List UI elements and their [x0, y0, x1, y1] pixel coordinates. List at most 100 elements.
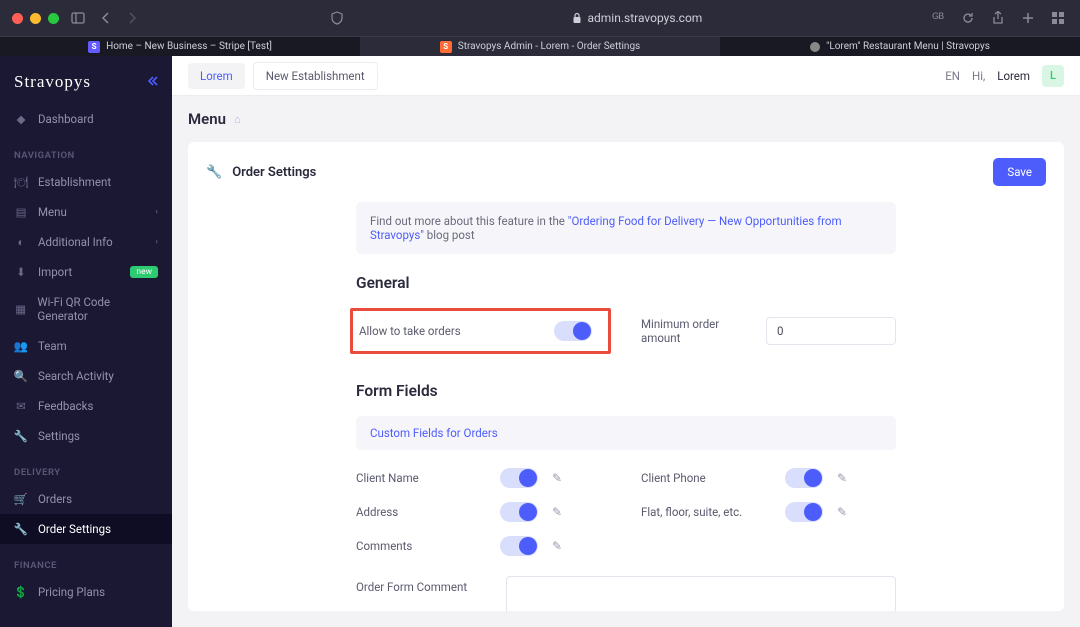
- nav-label: Team: [38, 339, 67, 353]
- sidebar-item-orders[interactable]: 🛒 Orders: [0, 484, 172, 514]
- client-name-label: Client Name: [356, 471, 486, 485]
- sidebar-toggle-icon[interactable]: [67, 10, 89, 26]
- sidebar-item-order-settings[interactable]: 🔧 Order Settings: [0, 514, 172, 544]
- edit-icon[interactable]: ✎: [837, 471, 847, 485]
- tab-strip: S Home – New Business – Stripe [Test] S …: [0, 36, 1080, 56]
- min-order-input[interactable]: [766, 317, 896, 345]
- client-name-toggle[interactable]: [500, 468, 538, 488]
- card-title: Order Settings: [232, 165, 316, 180]
- min-order-label: Minimum order amount: [641, 317, 746, 345]
- tab-label: Stravopys Admin - Lorem - Order Settings: [458, 41, 640, 52]
- minimize-window[interactable]: [30, 13, 41, 24]
- client-phone-label: Client Phone: [641, 471, 771, 485]
- qr-icon: ▦: [14, 302, 27, 316]
- sidebar-item-additional-info[interactable]: ◐ Additional Info ›: [0, 227, 172, 257]
- tab-overview-icon[interactable]: [1048, 10, 1068, 26]
- nav-label: Import: [38, 265, 72, 279]
- stripe-favicon-icon: S: [88, 41, 100, 53]
- address-text: admin.stravopys.com: [587, 11, 702, 25]
- close-window[interactable]: [12, 13, 23, 24]
- wrench-icon: 🔧: [14, 522, 28, 536]
- import-icon: ⬇: [14, 265, 28, 279]
- nav-label: Search Activity: [38, 369, 114, 383]
- topbar: Lorem New Establishment EN Hi, Lorem L: [172, 56, 1080, 96]
- browser-tab-stravopys-admin[interactable]: S Stravopys Admin - Lorem - Order Settin…: [360, 37, 720, 56]
- address-bar[interactable]: admin.stravopys.com: [355, 11, 921, 25]
- custom-fields-link[interactable]: Custom Fields for Orders: [356, 416, 896, 450]
- traffic-lights: [12, 13, 59, 24]
- tab-label: Home – New Business – Stripe [Test]: [106, 41, 272, 52]
- stravopys-favicon-icon: S: [440, 41, 452, 53]
- sidebar-item-import[interactable]: ⬇ Import new: [0, 257, 172, 287]
- browser-tab-stripe[interactable]: S Home – New Business – Stripe [Test]: [0, 37, 360, 56]
- page-title: Menu: [188, 110, 226, 128]
- sidebar-item-feedbacks[interactable]: ✉ Feedbacks: [0, 391, 172, 421]
- tab-label: "Lorem" Restaurant Menu | Stravopys: [826, 41, 990, 52]
- maximize-window[interactable]: [48, 13, 59, 24]
- address-toggle[interactable]: [500, 502, 538, 522]
- menu-icon: ▤: [14, 205, 28, 219]
- translate-icon[interactable]: ᴳᴮ: [928, 8, 948, 28]
- gear-icon: 🔧: [14, 429, 28, 443]
- flat-toggle[interactable]: [785, 502, 823, 522]
- sidebar-item-settings[interactable]: 🔧 Settings: [0, 421, 172, 451]
- dashboard-icon: ◆: [14, 112, 28, 126]
- edit-icon[interactable]: ✎: [552, 539, 562, 553]
- sidebar-item-establishment[interactable]: 🍽 Establishment: [0, 167, 172, 197]
- tab-new-establishment[interactable]: New Establishment: [253, 62, 378, 90]
- user-name[interactable]: Lorem: [997, 69, 1030, 83]
- establishment-icon: 🍽: [14, 175, 28, 189]
- refresh-icon[interactable]: [958, 10, 978, 26]
- sidebar: Stravopys ◆ Dashboard NAVIGATION 🍽 Estab…: [0, 56, 172, 627]
- browser-tab-restaurant[interactable]: "Lorem" Restaurant Menu | Stravopys: [720, 37, 1080, 56]
- browser-chrome: admin.stravopys.com ᴳᴮ: [0, 0, 1080, 36]
- nav-label: Additional Info: [38, 235, 113, 249]
- sidebar-item-team[interactable]: 👥 Team: [0, 331, 172, 361]
- client-phone-toggle[interactable]: [785, 468, 823, 488]
- comments-toggle[interactable]: [500, 536, 538, 556]
- new-tab-icon[interactable]: [1018, 10, 1038, 26]
- collapse-sidebar-icon[interactable]: [146, 75, 158, 89]
- home-icon[interactable]: ⌂: [234, 113, 241, 126]
- edit-icon[interactable]: ✎: [837, 505, 847, 519]
- sidebar-item-dashboard[interactable]: ◆ Dashboard: [0, 104, 172, 134]
- chevron-right-icon: ›: [155, 207, 158, 217]
- content-card: 🔧 Order Settings Save Find out more abou…: [188, 142, 1064, 611]
- nav-forward-icon[interactable]: [123, 10, 141, 26]
- main: Lorem New Establishment EN Hi, Lorem L M…: [172, 56, 1080, 627]
- greeting-text: Hi,: [972, 69, 985, 83]
- nav-back-icon[interactable]: [97, 10, 115, 26]
- nav-label: Wi-Fi QR Code Generator: [37, 295, 158, 323]
- order-form-comment-label: Order Form Comment: [356, 576, 486, 594]
- address-label: Address: [356, 505, 486, 519]
- allow-orders-highlight: Allow to take orders: [350, 308, 611, 354]
- nav-header-delivery: DELIVERY: [0, 451, 172, 484]
- team-icon: 👥: [14, 339, 28, 353]
- nav-header-finance: FINANCE: [0, 544, 172, 577]
- nav-label: Pricing Plans: [38, 585, 105, 599]
- order-form-comment-textarea[interactable]: [506, 576, 896, 611]
- info-icon: ◐: [14, 235, 28, 249]
- allow-orders-toggle[interactable]: [554, 321, 592, 341]
- avatar[interactable]: L: [1042, 65, 1064, 87]
- feedback-icon: ✉: [14, 399, 28, 413]
- shield-icon[interactable]: [327, 9, 347, 27]
- edit-icon[interactable]: ✎: [552, 505, 562, 519]
- restaurant-favicon-icon: [810, 42, 820, 52]
- sidebar-item-menu[interactable]: ▤ Menu ›: [0, 197, 172, 227]
- language-selector[interactable]: EN: [945, 69, 960, 83]
- share-icon[interactable]: [988, 9, 1008, 27]
- save-button[interactable]: Save: [993, 158, 1046, 186]
- info-prefix: Find out more about this feature in the: [370, 214, 568, 228]
- sidebar-item-pricing-plans[interactable]: 💲 Pricing Plans: [0, 577, 172, 607]
- edit-icon[interactable]: ✎: [552, 471, 562, 485]
- breadcrumb: Menu ⌂: [172, 96, 1080, 134]
- sidebar-item-search-activity[interactable]: 🔍 Search Activity: [0, 361, 172, 391]
- allow-orders-label: Allow to take orders: [353, 324, 483, 338]
- sidebar-item-wifi-qr[interactable]: ▦ Wi-Fi QR Code Generator: [0, 287, 172, 331]
- nav-label: Order Settings: [38, 522, 111, 536]
- tab-establishment-current[interactable]: Lorem: [188, 63, 245, 89]
- app-logo: Stravopys: [14, 72, 91, 92]
- nav-label: Feedbacks: [38, 399, 93, 413]
- flat-label: Flat, floor, suite, etc.: [641, 505, 771, 519]
